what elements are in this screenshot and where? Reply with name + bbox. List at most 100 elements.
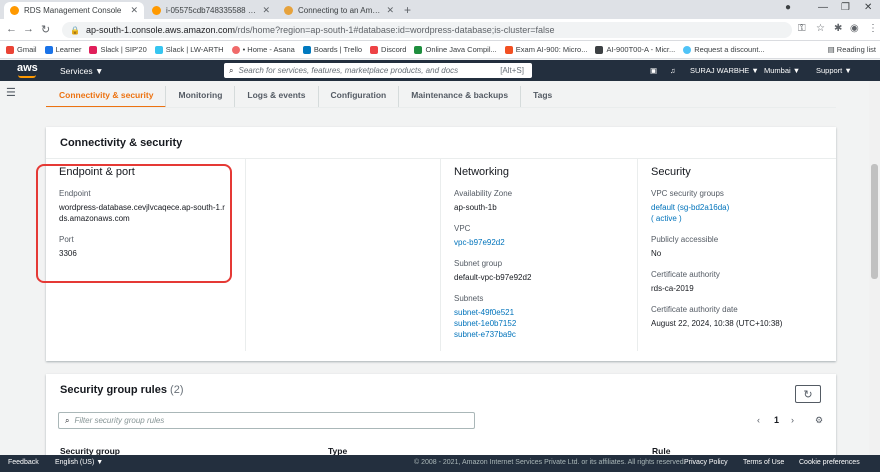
aws-footer: Feedback English (US) ▼ © 2008 - 2021, A… (0, 455, 880, 472)
reading-list-icon: ▤ (827, 45, 837, 54)
bell-icon[interactable]: ♫ (670, 66, 676, 75)
reload-icon[interactable]: ↻ (41, 23, 50, 36)
new-tab-icon[interactable]: + (404, 3, 411, 17)
panel-title: Connectivity & security (60, 137, 183, 149)
next-page-icon[interactable]: › (791, 415, 794, 425)
cookie-preferences-link[interactable]: Cookie preferences (799, 459, 860, 466)
bookmark-discord[interactable]: Discord (370, 45, 406, 54)
browser-tab-instance[interactable]: i-05575cdb748335588 (Wordpress) ✕ (146, 2, 276, 19)
bookmark-trello[interactable]: Boards | Trello (302, 45, 362, 54)
tab-tags[interactable]: Tags (521, 86, 564, 108)
bookmark-slack-sip[interactable]: Slack | SIP'20 (89, 45, 147, 54)
security-group-status: ( active ) (651, 214, 682, 223)
cloudshell-icon[interactable]: ▣ (650, 66, 657, 75)
ca-date-value: August 22, 2024, 10:38 (UTC+10:38) (651, 319, 783, 328)
bookmark-slack-arth[interactable]: Slack | LW-ARTH (154, 45, 224, 54)
region-menu[interactable]: Mumbai ▼ (764, 66, 800, 75)
slack-icon (89, 45, 98, 54)
url-host: ap-south-1.console.aws.amazon.com (85, 25, 236, 35)
panel-divider (46, 158, 836, 159)
discord-icon (370, 45, 379, 54)
close-window-icon[interactable]: ✕ (864, 2, 872, 13)
ca-date-label: Certificate authority date (651, 305, 738, 314)
search-input[interactable]: ⌕ Search for services, features, marketp… (224, 63, 532, 78)
detail-tabs: Connectivity & security Monitoring Logs … (46, 86, 836, 108)
hamburger-menu-icon[interactable]: ☰ (6, 86, 16, 99)
subnet-link[interactable]: subnet-e737ba9c (454, 329, 634, 340)
bookmark-request-discount[interactable]: Request a discount... (683, 45, 765, 54)
public-value: No (651, 249, 662, 258)
vpc-label: VPC (454, 224, 471, 233)
bookmark-java-compiler[interactable]: Online Java Compil... (414, 45, 497, 54)
subnets-label: Subnets (454, 294, 484, 303)
bookmark-learner[interactable]: Learner (44, 45, 81, 54)
menu-icon[interactable]: ⋮ (868, 23, 878, 34)
networking-heading: Networking (454, 166, 510, 178)
tab-configuration[interactable]: Configuration (319, 86, 400, 108)
profile-dot-icon[interactable]: ● (785, 2, 791, 13)
security-heading: Security (651, 166, 691, 178)
privacy-policy-link[interactable]: Privacy Policy (684, 459, 728, 466)
star-icon[interactable]: ☆ (816, 23, 825, 34)
tab-logs-events[interactable]: Logs & events (235, 86, 319, 108)
tab-monitoring[interactable]: Monitoring (166, 86, 236, 108)
lock-icon: 🔒 (70, 25, 80, 35)
aws-top-nav: aws Services ▼ ⌕ Search for services, fe… (0, 60, 880, 81)
close-tab-icon[interactable]: ✕ (386, 5, 394, 16)
sg-label: VPC security groups (651, 189, 724, 198)
user-menu[interactable]: SURAJ WARBHE ▼ (690, 66, 759, 75)
subnet-link[interactable]: subnet-1e0b7152 (454, 318, 634, 329)
address-bar[interactable]: 🔒 ap-south-1.console.aws.amazon.com/rds/… (62, 22, 792, 38)
bookmarks-bar: Gmail Learner Slack | SIP'20 Slack | LW-… (0, 41, 880, 59)
bookmark-asana[interactable]: • Home - Asana (231, 45, 295, 54)
tabs-divider (46, 107, 836, 108)
bookmark-exam-ai900[interactable]: Exam AI-900: Micro... (504, 45, 587, 54)
bookmark-ai900t00[interactable]: AI-900T00-A - Micr... (595, 45, 675, 54)
page-number[interactable]: 1 (774, 415, 779, 425)
bookmark-gmail[interactable]: Gmail (6, 45, 37, 54)
feedback-link[interactable]: Feedback (8, 459, 39, 466)
browser-tab-docs[interactable]: Connecting to an Amazon RDS DB ✕ (278, 2, 400, 19)
terms-of-use-link[interactable]: Terms of Use (743, 459, 784, 466)
aws-logo[interactable]: aws (17, 62, 38, 78)
public-label: Publicly accessible (651, 235, 719, 244)
extensions-icon[interactable]: ✱ (834, 23, 842, 34)
aws-smile-icon (18, 75, 36, 78)
security-section: Security VPC security groups default (sg… (651, 166, 831, 340)
browser-toolbar: ← → ↻ 🔒 ap-south-1.console.aws.amazon.co… (0, 19, 880, 41)
globe-icon (683, 45, 692, 54)
reading-list[interactable]: ▤ Reading list (828, 45, 876, 54)
az-value: ap-south-1b (454, 203, 497, 212)
refresh-button[interactable]: ↻ (795, 385, 821, 403)
forward-icon[interactable]: → (23, 23, 34, 35)
asana-icon (231, 45, 240, 54)
endpoint-highlight-annotation (36, 164, 232, 283)
close-tab-icon[interactable]: ✕ (130, 5, 138, 16)
services-menu[interactable]: Services ▼ (60, 66, 103, 76)
page-scrollbar[interactable] (869, 81, 880, 455)
minimize-icon[interactable]: — (818, 2, 828, 13)
filter-input[interactable]: ⌕ Filter security group rules (58, 412, 475, 429)
subnet-group-value: default-vpc-b97e92d2 (454, 273, 532, 282)
prev-page-icon[interactable]: ‹ (757, 415, 760, 425)
close-tab-icon[interactable]: ✕ (262, 5, 270, 16)
vpc-link[interactable]: vpc-b97e92d2 (454, 237, 634, 248)
tab-connectivity-security[interactable]: Connectivity & security (46, 86, 167, 108)
profile-icon[interactable]: ◉ (850, 23, 859, 34)
subnet-link[interactable]: subnet-49f0e521 (454, 307, 634, 318)
ca-label: Certificate authority (651, 270, 720, 279)
column-divider (637, 158, 638, 351)
tab-maintenance-backups[interactable]: Maintenance & backups (399, 86, 522, 108)
browser-tab-rds[interactable]: RDS Management Console ✕ (4, 2, 144, 19)
maximize-icon[interactable]: ❐ (841, 2, 850, 13)
code-icon (414, 45, 423, 54)
back-icon[interactable]: ← (6, 23, 17, 35)
key-icon[interactable]: ⚿ (798, 23, 806, 34)
support-menu[interactable]: Support ▼ (816, 66, 852, 75)
slack-icon (154, 45, 163, 54)
copyright-text: © 2008 - 2021, Amazon Internet Services … (414, 459, 686, 466)
security-group-link[interactable]: default (sg-bd2a16da) (651, 202, 831, 213)
scrollbar-thumb[interactable] (871, 164, 878, 279)
language-selector[interactable]: English (US) ▼ (55, 459, 103, 466)
settings-gear-icon[interactable]: ⚙ (815, 415, 823, 426)
